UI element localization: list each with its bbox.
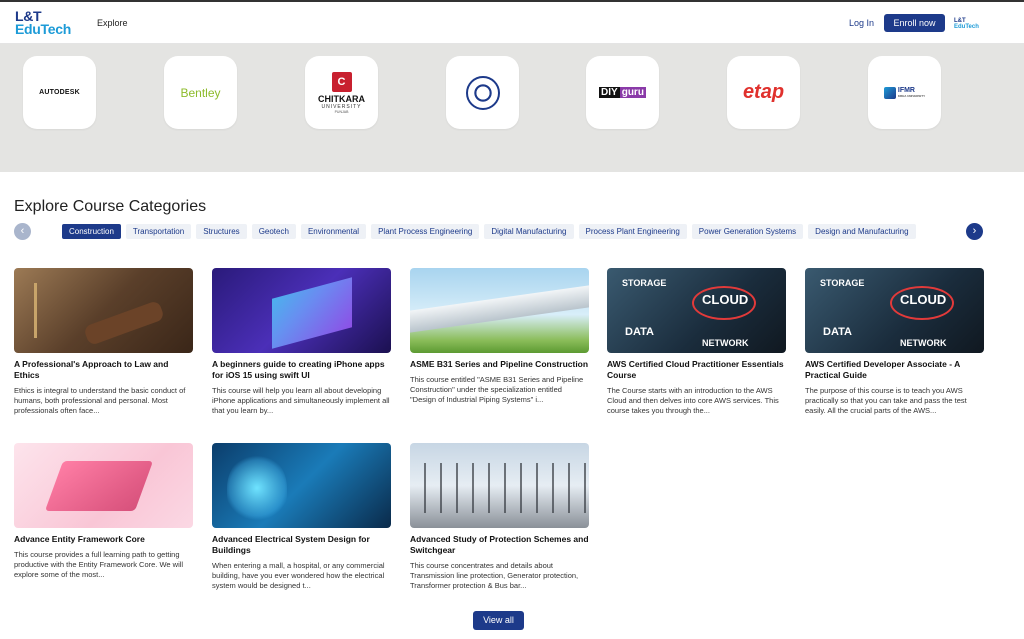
course-description: This course concentrates and details abo… [410,561,579,590]
thumb-label-cloud: CLOUD [702,292,749,307]
course-title[interactable]: Advance Entity Framework Core [14,534,193,545]
mini-logo-line-2: EduTech [954,24,979,30]
course-thumbnail[interactable] [410,443,589,528]
course-description: This course entitled "ASME B31 Series an… [410,375,584,404]
partner-diyguru[interactable]: DIY guru [586,56,659,129]
ifmr-sub: KREA UNIVERSITY [897,94,926,98]
categories-title: Explore Course Categories [14,198,207,215]
thumb-label-cloud: CLOUD [900,292,947,307]
category-tab-environmental[interactable]: Environmental [300,224,367,239]
thumb-label-storage: STORAGE [820,278,865,288]
course-thumbnail[interactable]: STORAGE CLOUD DATA NETWORK [607,268,786,353]
course-card[interactable]: STORAGE CLOUD DATA NETWORK AWS Certified… [805,268,984,416]
chevron-left-icon[interactable]: ‹ [14,223,31,240]
course-description: This course will help you learn all abou… [212,386,390,415]
thumb-label-storage: STORAGE [622,278,667,288]
thumb-label-network: NETWORK [900,338,947,348]
chevron-right-icon[interactable]: › [966,223,983,240]
category-tabs: Construction Transportation Structures Geot… [62,224,938,240]
course-description: This course provides a full learning pat… [14,550,184,579]
ifmr-logo: IFMR KREA UNIVERSITY [883,86,925,99]
partner-chitkara[interactable]: C CHITKARA UNIVERSITY PUNJAB [305,56,378,129]
chitkara-name: CHITKARA [318,93,365,104]
thumb-label-data: DATA [625,326,654,338]
partner-etap[interactable]: etap [727,56,800,129]
enroll-now-button[interactable]: Enroll now [884,14,945,32]
logo-line-2: EduTech [15,21,71,37]
partner-logos-band: AUTODESK Bentley C CHITKARA UNIVERSITY P… [0,44,1024,172]
category-tab-structures[interactable]: Structures [196,224,247,239]
category-tab-design-and-manufacturing[interactable]: Design and Manufacturing [808,224,916,239]
course-title[interactable]: Advanced Electrical System Design for Bu… [212,534,391,556]
chitkara-mark: C [331,71,352,92]
ifmr-name: IFMR [897,87,915,94]
thumb-label-network: NETWORK [702,338,749,348]
course-title[interactable]: A beginners guide to creating iPhone app… [212,359,391,381]
course-thumbnail[interactable] [212,443,391,528]
category-tab-process-plant-engineering[interactable]: Process Plant Engineering [578,224,687,239]
seal-logo-icon [465,75,500,110]
course-title[interactable]: AWS Certified Cloud Practitioner Essenti… [607,359,786,381]
course-thumbnail[interactable]: STORAGE CLOUD DATA NETWORK [805,268,984,353]
ifmr-text: IFMR KREA UNIVERSITY [898,87,925,98]
category-tab-geotech[interactable]: Geotech [251,224,296,239]
etap-logo: etap [742,81,785,103]
course-card[interactable]: ASME B31 Series and Pipeline Constructio… [410,268,589,405]
partner-autodesk[interactable]: AUTODESK [23,56,96,129]
guru-part: guru [619,87,646,98]
diyguru-logo: DIY guru [599,87,646,98]
course-card[interactable]: Advanced Study of Protection Schemes and… [410,443,589,591]
course-description: The Course starts with an introduction t… [607,386,779,415]
course-thumbnail[interactable] [410,268,589,353]
chitkara-logo: C CHITKARA UNIVERSITY PUNJAB [318,71,365,114]
course-description: The purpose of this course is to teach y… [805,386,967,415]
course-thumbnail[interactable] [14,443,193,528]
category-tab-plant-process-engineering[interactable]: Plant Process Engineering [371,224,480,239]
course-card[interactable]: STORAGE CLOUD DATA NETWORK AWS Certified… [607,268,786,416]
bentley-logo: Bentley [180,85,221,100]
autodesk-logo: AUTODESK [39,89,80,96]
ifmr-mark-icon [883,86,896,99]
diy-part: DIY [599,87,620,98]
course-card[interactable]: Advanced Electrical System Design for Bu… [212,443,391,591]
course-thumbnail[interactable] [14,268,193,353]
thumb-label-data: DATA [823,326,852,338]
course-thumbnail[interactable] [212,268,391,353]
course-title[interactable]: Advanced Study of Protection Schemes and… [410,534,589,556]
category-tab-digital-manufacturing[interactable]: Digital Manufacturing [484,224,574,239]
login-link[interactable]: Log In [849,18,874,28]
partner-ifmr[interactable]: IFMR KREA UNIVERSITY [868,56,941,129]
partner-seal[interactable] [446,56,519,129]
course-title[interactable]: AWS Certified Developer Associate - A Pr… [805,359,984,381]
view-all-button[interactable]: View all [473,611,524,630]
mini-logo: L&T EduTech [954,18,979,30]
course-description: Ethics is integral to understand the bas… [14,386,186,415]
chitkara-place: PUNJAB [334,109,349,114]
category-tab-construction[interactable]: Construction [62,224,121,239]
nav-explore-link[interactable]: Explore [97,18,128,28]
course-card[interactable]: A beginners guide to creating iPhone app… [212,268,391,416]
top-header: L&T EduTech Explore Log In Enroll now L&… [0,0,1024,44]
course-description: When entering a mall, a hospital, or any… [212,561,385,590]
course-card[interactable]: A Professional's Approach to Law and Eth… [14,268,193,416]
lt-edutech-logo[interactable]: L&T EduTech [15,9,71,37]
category-tab-power-generation-systems[interactable]: Power Generation Systems [691,224,804,239]
course-title[interactable]: A Professional's Approach to Law and Eth… [14,359,193,381]
partner-bentley[interactable]: Bentley [164,56,237,129]
category-tab-transportation[interactable]: Transportation [125,224,192,239]
course-card[interactable]: Advance Entity Framework Core This cours… [14,443,193,580]
course-title[interactable]: ASME B31 Series and Pipeline Constructio… [410,359,589,370]
